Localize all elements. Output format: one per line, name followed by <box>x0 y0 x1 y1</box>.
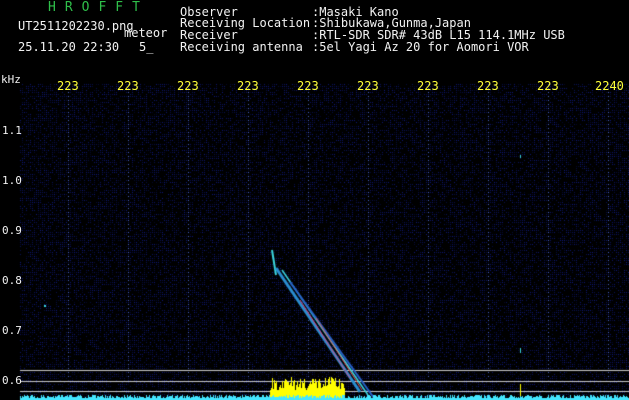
y-axis-unit: kHz <box>1 73 21 86</box>
y-tick: 0.9 <box>2 224 22 237</box>
x-tick: 2240 <box>595 79 624 93</box>
y-tick: 1.1 <box>2 124 22 137</box>
x-tick: 223 <box>237 79 259 93</box>
interval: 5_ <box>139 40 154 54</box>
filename: UT2511202230.png <box>18 19 134 33</box>
y-tick: 0.6 <box>2 374 22 387</box>
x-tick: 223 <box>357 79 379 93</box>
x-tick: 223 <box>477 79 499 93</box>
x-tick: 223 <box>417 79 439 93</box>
datetime: 25.11.20 22:30 <box>18 40 120 54</box>
spectrogram-canvas <box>0 0 629 400</box>
x-tick: 223 <box>117 79 139 93</box>
x-tick: 223 <box>177 79 199 93</box>
antenna-label: Receiving antenna <box>180 40 303 54</box>
y-tick: 0.7 <box>2 324 22 337</box>
hrofft-logo: HROFFT <box>48 0 149 15</box>
x-tick: 223 <box>57 79 79 93</box>
event-tag: meteor <box>124 26 168 40</box>
y-tick: 0.8 <box>2 274 22 287</box>
antenna-value: :5el Yagi Az 20 for Aomori VOR <box>312 40 529 54</box>
x-tick: 223 <box>537 79 559 93</box>
x-tick: 223 <box>297 79 319 93</box>
y-tick: 1.0 <box>2 174 22 187</box>
